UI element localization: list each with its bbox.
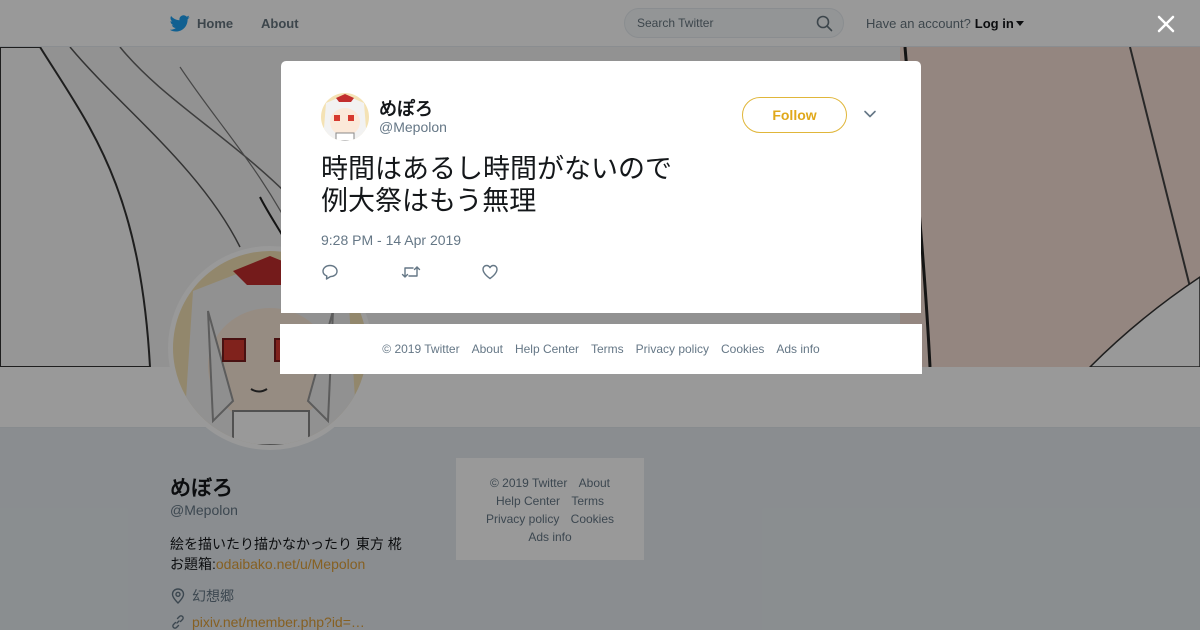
- tweet-author-handle[interactable]: @Mepolon: [379, 119, 447, 135]
- tweet-author-name[interactable]: めぽろ: [379, 95, 433, 121]
- footer-copyright: © 2019 Twitter: [382, 342, 460, 356]
- chevron-down-icon[interactable]: [863, 107, 877, 121]
- retweet-icon: [401, 266, 421, 278]
- tweet-timestamp[interactable]: 9:28 PM - 14 Apr 2019: [321, 232, 461, 248]
- like-button[interactable]: [481, 263, 561, 283]
- close-icon[interactable]: [1152, 10, 1180, 38]
- follow-button[interactable]: Follow: [742, 97, 847, 133]
- modal-footer: © 2019 Twitter About Help Center Terms P…: [280, 324, 922, 374]
- like-icon: [482, 264, 498, 280]
- footer-help-center[interactable]: Help Center: [515, 342, 579, 356]
- tweet-actions: [321, 263, 561, 283]
- footer-ads-info[interactable]: Ads info: [776, 342, 819, 356]
- tweet-modal: めぽろ @Mepolon Follow 時間はあるし時間がないので 例大祭はもう…: [281, 61, 921, 313]
- tweet-author-avatar[interactable]: [321, 93, 369, 141]
- footer-terms[interactable]: Terms: [591, 342, 624, 356]
- tweet-avatar-artwork: [321, 93, 369, 141]
- footer-cookies[interactable]: Cookies: [721, 342, 764, 356]
- footer-about[interactable]: About: [472, 342, 503, 356]
- footer-privacy-policy[interactable]: Privacy policy: [636, 342, 709, 356]
- tweet-text: 時間はあるし時間がないので 例大祭はもう無理: [321, 154, 672, 216]
- reply-button[interactable]: [321, 263, 401, 283]
- retweet-button[interactable]: [401, 263, 481, 283]
- reply-icon: [322, 264, 338, 280]
